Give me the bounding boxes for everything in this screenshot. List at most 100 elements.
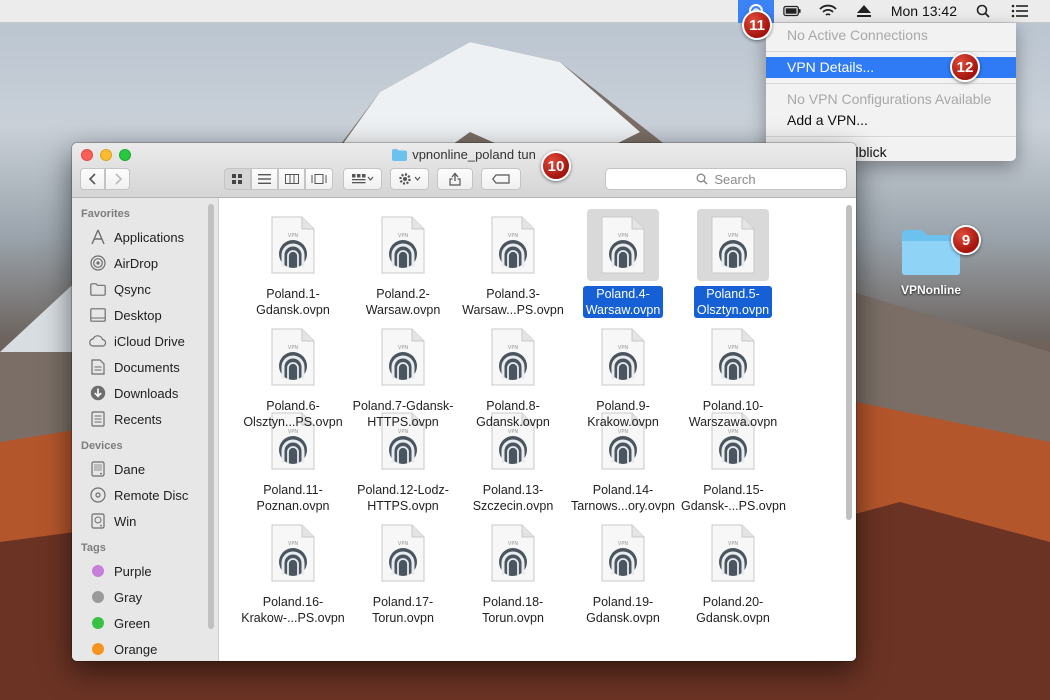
svg-text:VPN: VPN [288,233,298,239]
finder-window: vpnonline_poland tun Search Favorites Ap… [72,143,856,661]
svg-text:VPN: VPN [288,541,298,547]
clock[interactable]: Mon 13:42 [882,0,966,23]
file-label: Poland.18- Torun.ovpn [479,594,547,626]
file-item[interactable]: VPN Poland.18- Torun.ovpn [458,517,568,626]
arrange-button[interactable] [343,168,382,190]
file-label: Poland.5- Olsztyn.ovpn [693,286,773,318]
svg-text:VPN: VPN [508,233,518,239]
sidebar-item-documents[interactable]: Documents [72,354,218,380]
file-label-line2: Krakow-...PS.ovpn [241,611,345,625]
file-item[interactable]: VPN Poland.16- Krakow-...PS.ovpn [238,517,348,626]
sidebar-item-remote-disc[interactable]: Remote Disc [72,482,218,508]
sidebar-item-tag-purple[interactable]: Purple [72,558,218,584]
file-label-line1: Poland.10- [702,399,764,413]
documents-icon [89,358,107,376]
file-label: Poland.16- Krakow-...PS.ovpn [238,594,348,626]
file-label-line2: Gdansk.ovpn [696,611,770,625]
notification-center-menu-extra[interactable] [1002,0,1038,23]
icon-view-button[interactable] [224,168,251,190]
file-label: Poland.3- Warsaw...PS.ovpn [459,286,567,318]
sidebar-item-airdrop[interactable]: AirDrop [72,250,218,276]
ovpn-file-icon: VPN [477,209,549,281]
share-button[interactable] [437,168,473,190]
file-item[interactable]: VPN Poland.2- Warsaw.ovpn [348,209,458,318]
ovpn-file-icon: VPN [257,517,329,589]
ovpn-file-icon: VPN [697,209,769,281]
ovpn-file-icon: VPN [697,321,769,393]
search-placeholder: Search [714,171,756,187]
list-view-button[interactable] [251,168,278,190]
ovpn-file-icon: VPN [367,209,439,281]
file-label: Poland.2- Warsaw.ovpn [363,286,444,318]
file-label-line1: Poland.5- [706,287,760,301]
wifi-menu-extra[interactable] [810,0,846,23]
file-label: Poland.12-Lodz- HTTPS.ovpn [354,482,452,514]
annotation-badge-9: 9 [951,225,981,255]
file-item[interactable]: VPN Poland.19- Gdansk.ovpn [568,517,678,626]
sidebar-item-tag-orange[interactable]: Orange [72,636,218,661]
file-item[interactable]: VPN Poland.17- Torun.ovpn [348,517,458,626]
file-label-line2: Gdansk-...PS.ovpn [681,499,786,513]
sidebar-item-label: Green [114,615,151,631]
file-label-line2: Gdansk.ovpn [586,611,660,625]
sidebar-item-tag-green[interactable]: Green [72,610,218,636]
svg-text:VPN: VPN [618,345,628,351]
edit-tags-button[interactable] [481,168,521,190]
search-field[interactable]: Search [605,168,847,190]
chevron-right-icon [114,173,122,185]
gallery-view-button[interactable] [305,168,333,190]
ovpn-file-icon: VPN [587,517,659,589]
file-label-line2: Warsaw.ovpn [365,303,441,317]
file-item[interactable]: VPN Poland.10- Warszawa.ovpn [678,321,788,430]
spotlight-menu-extra[interactable] [966,0,1002,23]
tunnelblick-menu: No Active Connections VPN Details... No … [766,23,1016,161]
file-label-line1: Poland.16- [262,595,324,609]
annotation-badge-10: 10 [541,151,571,181]
file-item[interactable]: VPN Poland.4- Warsaw.ovpn [568,209,678,318]
sidebar-item-icloud-drive[interactable]: iCloud Drive [72,328,218,354]
file-item[interactable]: VPN Poland.5- Olsztyn.ovpn [678,209,788,318]
file-item[interactable]: VPN Poland.8- Gdansk.ovpn [458,321,568,430]
download-icon [89,384,107,402]
file-item[interactable]: VPN Poland.3- Warsaw...PS.ovpn [458,209,568,318]
sidebar-item-recents[interactable]: Recents [72,406,218,432]
sidebar-scrollbar[interactable] [208,204,214,629]
back-button[interactable] [80,168,105,190]
network-drive-icon [89,512,107,530]
tag-color-dot [92,565,104,577]
file-item[interactable]: VPN Poland.6- Olsztyn...PS.ovpn [238,321,348,430]
action-button[interactable] [390,168,429,190]
sidebar-item-label: Applications [114,229,185,245]
sidebar-item-downloads[interactable]: Downloads [72,380,218,406]
file-label-line1: Poland.14- [592,483,654,497]
menu-item-add-vpn[interactable]: Add a VPN... [766,110,1016,131]
menu-bar: Mon 13:42 [0,0,1050,23]
folder-icon [89,280,107,298]
battery-menu-extra[interactable] [774,0,810,23]
sidebar-item-tag-gray[interactable]: Gray [72,584,218,610]
column-view-button[interactable] [278,168,305,190]
sidebar-item-qsync[interactable]: Qsync [72,276,218,302]
file-label-line1: Poland.6- [266,399,320,413]
sidebar-header-devices: Devices [81,440,123,452]
sidebar-item-win[interactable]: Win [72,508,218,534]
file-label-line1: Poland.18- [482,595,544,609]
file-grid-scrollbar[interactable] [846,205,852,520]
sidebar-item-label: Orange [114,641,158,657]
file-label-line2: Szczecin.ovpn [472,499,554,513]
sidebar-item-dane[interactable]: Dane [72,456,218,482]
eject-menu-extra[interactable] [846,0,882,23]
file-item[interactable]: VPN Poland.1- Gdansk.ovpn [238,209,348,318]
forward-button[interactable] [105,168,130,190]
file-label: Poland.1- Gdansk.ovpn [253,286,333,318]
file-label-line1: Poland.12-Lodz- [357,483,449,497]
sidebar-item-applications[interactable]: Applications [72,224,218,250]
file-item[interactable]: VPN Poland.20- Gdansk.ovpn [678,517,788,626]
file-grid: VPN Poland.20- Gdansk.ovpn VPN Poland.19- Gda… [220,199,856,661]
sidebar-item-label: Dane [114,461,146,477]
file-item[interactable]: VPN Poland.9- Krakow.ovpn [568,321,678,430]
file-item[interactable]: VPN Poland.7-Gdansk- HTTPS.ovpn [348,321,458,430]
tag-color-dot [92,617,104,629]
file-label-line1: Poland.7-Gdansk- [352,399,454,413]
sidebar-item-desktop[interactable]: Desktop [72,302,218,328]
